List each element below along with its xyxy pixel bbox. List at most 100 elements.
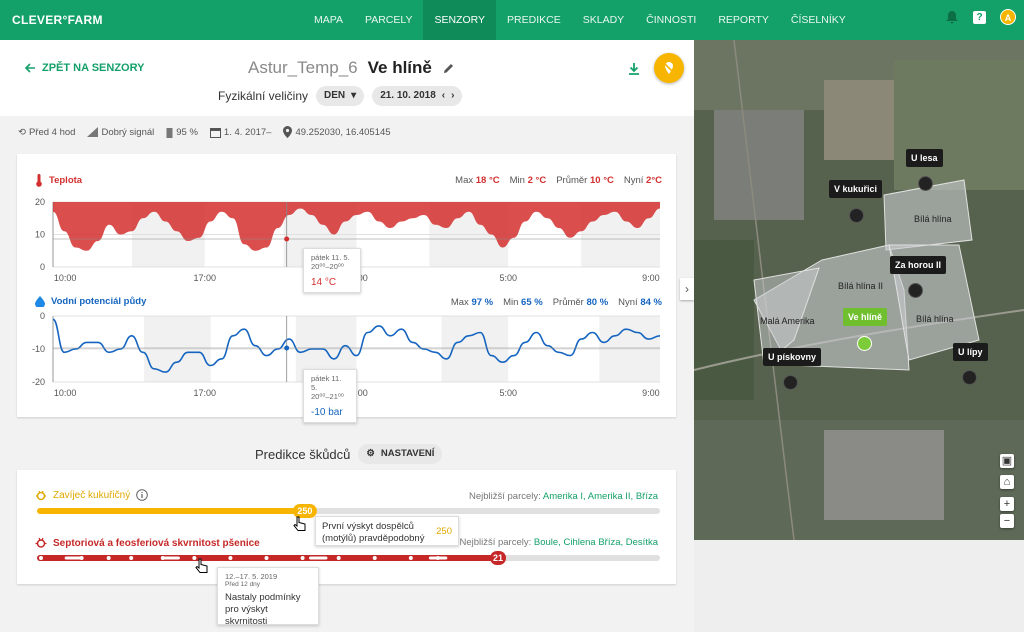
top-bar: CLEVER°FARM MAPA PARCELY SENZORY PREDIKC… [0,0,1024,40]
settings-label: NASTAVENÍ [380,448,435,459]
sensor-name: Astur_Temp_6 [248,58,358,77]
bell-icon[interactable] [945,10,959,24]
pest-1-tip-value: 250 [436,526,452,537]
date-picker[interactable]: 21. 10. 2018 ‹ › [372,86,463,106]
pest-2-tip-ago: Před 12 dny [225,581,261,588]
field-label: Bílá hlína [916,314,954,324]
water-tip-value: -10 bar [311,407,343,418]
progress-value-label: 21 [493,553,503,563]
signal-icon [87,127,99,137]
layers-icon[interactable]: ▣ [1000,454,1014,468]
sensor-pin-active[interactable] [857,336,872,351]
satellite-map[interactable]: Bílá hlína Bílá hlína II Bílá hlína Malá… [694,40,1024,540]
crosshair-dot [284,345,290,351]
pin-label-u-lipy[interactable]: U lípy [953,343,988,361]
temp-tip-date: pátek 11. 5. [311,253,350,262]
event-dot [300,556,305,560]
gps-coords: 49.252030, 16.405145 [295,126,391,138]
nav-item-predikce[interactable]: PREDIKCE [496,0,572,40]
home-icon[interactable]: ⌂ [1000,475,1014,489]
pest-2-tip-date: 12.–17. 5. 2019 [225,572,278,581]
settings-button[interactable]: ⚙ NASTAVENÍ [358,444,443,464]
active-since: 1. 4. 2017– [223,126,272,138]
water-tip-time: 20⁰⁰–21⁰⁰ [311,392,344,401]
pin-label-u-piskovny[interactable]: U pískovny [763,348,822,366]
period-value: DEN [324,90,346,101]
gear-icon: ⚙ [366,448,375,459]
event-dot [228,556,233,560]
water-tip-date: pátek 11. 5. [311,374,342,392]
pin-off-icon [663,62,675,74]
location-pin-icon [283,126,293,138]
pencil-icon[interactable] [442,62,455,75]
field-label: Bílá hlína [914,214,952,224]
quantity-label: Fyzikální veličiny [218,89,309,103]
period-select[interactable]: DEN ▾ [316,86,365,106]
calendar-icon [209,127,221,138]
event-dot [264,556,269,560]
chevron-left-icon[interactable]: ‹ [442,86,445,106]
chevron-right-icon[interactable]: › [680,278,694,300]
back-link[interactable]: ZPĚT NA SENZORY [24,62,144,74]
nav-item-sklady[interactable]: SKLADY [572,0,635,40]
x-tick-label: 17:00 [193,388,216,398]
sensor-pin[interactable] [849,208,864,223]
event-dot [129,556,134,560]
nav-item-reporty[interactable]: REPORTY [707,0,780,40]
water-tooltip: pátek 11. 5. 20⁰⁰–21⁰⁰ -10 bar [303,369,357,423]
nav-item-mapa[interactable]: MAPA [303,0,354,40]
nav-item-cinnosti[interactable]: ČINNOSTI [635,0,707,40]
arrow-left-icon [24,63,35,73]
event-dot [336,556,341,560]
zoom-out-button[interactable]: − [1000,514,1014,528]
download-icon[interactable] [628,62,640,76]
sensor-location: Ve hlíně [367,58,432,77]
pin-label-u-lesa[interactable]: U lesa [906,149,943,167]
chevron-right-icon[interactable]: › [451,86,454,106]
prediction-header: Predikce škůdců ⚙ NASTAVENÍ [255,444,443,464]
map-footer [694,540,1024,632]
pest-1-tooltip: První výskyt dospělců (motýlů) pravděpod… [315,516,459,546]
sensor-pin[interactable] [918,176,933,191]
pest-2-tooltip: 12.–17. 5. 2019 Před 12 dny Nastaly podm… [217,567,319,627]
map-pin-off-button[interactable] [654,53,684,83]
field-label: Malá Amerika [760,316,815,326]
pin-label-ve-hline[interactable]: Ve hlíně [843,308,888,326]
pin-label-v-kukurici[interactable]: V kukuřici [829,180,883,198]
zoom-in-button[interactable]: + [1000,497,1014,511]
nav-item-ciselniky[interactable]: ČÍSELNÍKY [780,0,857,40]
y-tick-label: 20 [35,197,45,207]
event-span [64,556,84,560]
sensor-pin[interactable] [908,283,923,298]
temperature-tooltip: pátek 11. 5. 20⁰⁰–20⁰⁰ 14 °C [303,248,361,293]
pointer-cursor-icon [195,558,208,573]
date-value[interactable]: 21. 10. 2018 [380,86,436,106]
y-tick-label: 0 [40,311,45,321]
y-tick-label: 0 [40,262,45,272]
x-tick-label: 10:00 [54,388,77,398]
event-span [428,556,448,560]
nav-item-parcely[interactable]: PARCELY [354,0,423,40]
event-dot [408,556,413,560]
pest-1-name: Zavíječ kukuřičný [53,489,131,501]
nav-item-senzory[interactable]: SENZORY [423,0,497,40]
x-tick-label: 9:00 [642,388,660,398]
pin-label-za-horou-ii[interactable]: Za horou II [890,256,946,274]
sensor-pin[interactable] [962,370,977,385]
pest-prediction-card: Zavíječ kukuřičný Nejbližší parcely: Ame… [17,470,676,584]
battery-icon [166,127,173,138]
pest-2-tip-text: Nastaly podmínky pro výskyt skvrnitosti [225,592,301,627]
sensor-info-bar: ⟲ Před 4 hod Dobrý signál 95 % 1. 4. 2017… [18,126,391,138]
progress-value-label: 250 [297,506,312,516]
pest-1-tip-text: První výskyt dospělců (motýlů) pravděpod… [322,521,425,544]
pest-2-progress[interactable]: 21 [17,547,676,569]
help-icon[interactable]: ? [973,10,986,24]
avatar[interactable]: A [1000,9,1016,25]
sensor-pin[interactable] [783,375,798,390]
signal-status: Dobrý signál [101,126,155,138]
app-logo[interactable]: CLEVER°FARM [12,13,103,27]
x-tick-label: 5:00 [499,273,517,283]
history-icon: ⟲ [18,126,26,138]
prediction-title: Predikce škůdců [255,446,351,462]
y-tick-label: -10 [32,344,45,354]
